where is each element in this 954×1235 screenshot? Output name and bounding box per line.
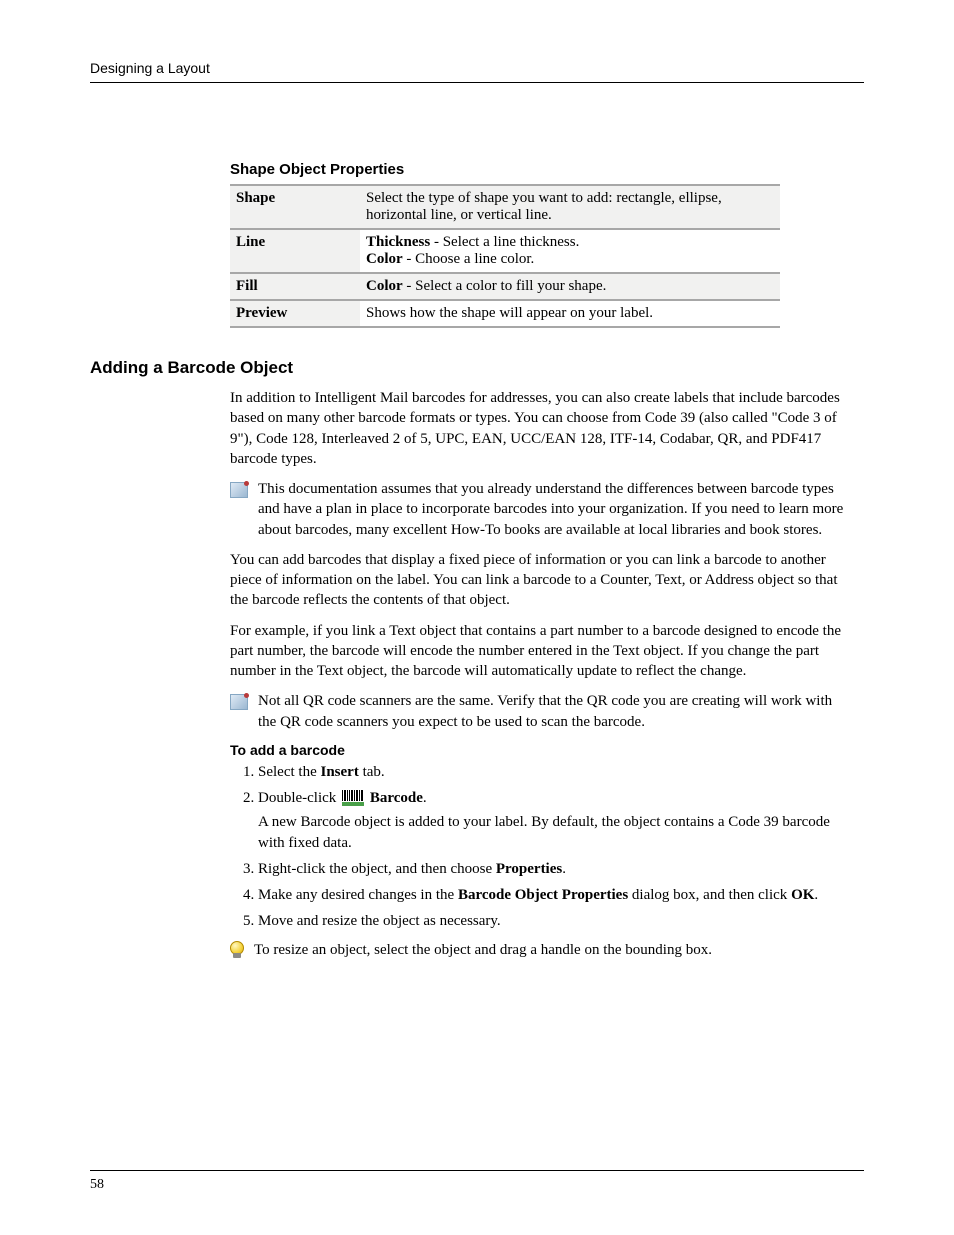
list-item: Make any desired changes in the Barcode … [258,885,844,905]
bold-term: Barcode Object Properties [458,887,628,903]
page-footer: 58 [90,1170,864,1193]
prop-desc: Shows how the shape will appear on your … [360,300,780,327]
step-extra: A new Barcode object is added to your la… [258,812,844,853]
note-icon [230,482,248,498]
text: Right-click the object, and then choose [258,861,496,877]
bold-term: Insert [320,764,358,780]
text: Make any desired changes in the [258,887,458,903]
note-icon [230,694,248,710]
table-row: Preview Shows how the shape will appear … [230,300,780,327]
page-number: 58 [90,1177,864,1193]
list-item: Right-click the object, and then choose … [258,859,844,879]
prop-name: Fill [230,273,360,300]
procedure-steps: Select the Insert tab. Double-click [230,762,844,932]
running-header: Designing a Layout [90,60,864,76]
table-row: Shape Select the type of shape you want … [230,185,780,229]
note: This documentation assumes that you alre… [230,479,844,540]
procedure-title: To add a barcode [230,742,844,758]
page: Designing a Layout Shape Object Properti… [0,0,954,1235]
prop-desc: Select the type of shape you want to add… [360,185,780,229]
text: tab. [359,764,385,780]
table-title: Shape Object Properties [230,161,844,178]
note-text: Not all QR code scanners are the same. V… [258,691,844,732]
prop-desc: Color - Select a color to fill your shap… [360,273,780,300]
text: Double-click [258,790,340,806]
text: - Select a line thickness. [430,234,579,250]
text: - Select a color to fill your shape. [403,278,607,294]
bold-term: Color [366,251,403,267]
bold-term: Thickness [366,234,430,250]
table-block: Shape Object Properties Shape Select the… [230,161,844,328]
bold-term: OK [791,887,814,903]
prop-name: Preview [230,300,360,327]
list-item: Move and resize the object as necessary. [258,911,844,931]
prop-desc: Thickness - Select a line thickness. Col… [360,229,780,273]
tip: To resize an object, select the object a… [230,940,844,960]
text: Select the [258,764,320,780]
shape-properties-table: Shape Select the type of shape you want … [230,184,780,328]
barcode-icon [342,790,364,806]
text: . [423,790,427,806]
header-rule [90,82,864,83]
section-heading: Adding a Barcode Object [90,358,864,378]
prop-name: Shape [230,185,360,229]
bold-term: Color [366,278,403,294]
bold-term: Barcode [366,790,423,806]
bold-term: Properties [496,861,562,877]
note-text: This documentation assumes that you alre… [258,479,844,540]
paragraph: For example, if you link a Text object t… [230,621,844,682]
lightbulb-icon [230,941,244,959]
tip-text: To resize an object, select the object a… [254,940,712,960]
table-row: Fill Color - Select a color to fill your… [230,273,780,300]
text: - Choose a line color. [403,251,535,267]
section-body: In addition to Intelligent Mail barcodes… [230,388,844,960]
text: . [814,887,818,903]
prop-name: Line [230,229,360,273]
text: dialog box, and then click [628,887,791,903]
note: Not all QR code scanners are the same. V… [230,691,844,732]
list-item: Select the Insert tab. [258,762,844,782]
table-row: Line Thickness - Select a line thickness… [230,229,780,273]
paragraph: In addition to Intelligent Mail barcodes… [230,388,844,469]
footer-rule [90,1170,864,1171]
list-item: Double-click Barcode. A new Ba [258,788,844,853]
paragraph: You can add barcodes that display a fixe… [230,550,844,611]
text: . [562,861,566,877]
